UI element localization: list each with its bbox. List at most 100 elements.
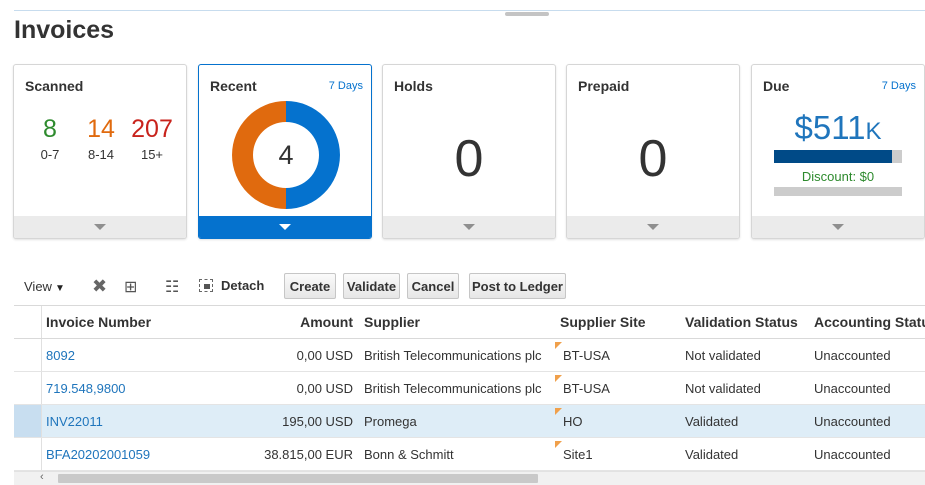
holds-count: 0 [454, 130, 484, 188]
aging-count: 8 [43, 115, 57, 143]
invoice-number-link[interactable]: 719.548,9800 [46, 372, 226, 404]
table-row[interactable]: BFA20202001059 38.815,00 EUR Bonn & Schm… [14, 438, 925, 471]
row-header-cell[interactable] [14, 372, 42, 404]
due-discount: Discount: $0 [801, 169, 875, 184]
tile-recent[interactable]: Recent 7 Days 4 [198, 64, 372, 239]
row-header-cell[interactable] [14, 339, 42, 371]
table-header-row: Invoice Number Amount Supplier Supplier … [14, 305, 925, 339]
column-header-invoice-number[interactable]: Invoice Number [46, 306, 226, 338]
changed-indicator-icon [555, 342, 562, 349]
supplier-cell: Bonn & Schmitt [364, 446, 454, 462]
table-row[interactable]: 719.548,9800 0,00 USD British Telecommun… [14, 372, 925, 405]
tile-due[interactable]: Due 7 Days $511K Discount: $0 [751, 64, 925, 239]
scroll-left-icon[interactable]: ‹ [40, 471, 44, 483]
create-button[interactable]: Create [284, 273, 336, 299]
validate-button[interactable]: Validate [343, 273, 400, 299]
tile-expand-footer[interactable] [567, 216, 739, 238]
tile-title: Holds [394, 78, 433, 94]
horizontal-scrollbar[interactable]: ‹ [14, 471, 925, 485]
chevron-down-icon [832, 224, 844, 230]
invoice-number-link[interactable]: BFA20202001059 [46, 438, 226, 470]
changed-indicator-icon [555, 375, 562, 382]
accounting-status-cell: Unaccounted [814, 413, 891, 429]
changed-indicator-icon [555, 441, 562, 448]
wrap-text-icon[interactable]: ☷ [165, 277, 179, 297]
aging-count: 14 [87, 115, 115, 143]
tile-scanned[interactable]: Scanned 8 0-7 14 8-14 207 15+ [13, 64, 187, 239]
validation-status-cell: Validated [685, 413, 739, 429]
tile-title: Scanned [25, 78, 84, 94]
table-toolbar: View ▼ ✖ ⊞ ☷ Detach Create Validate Cance… [14, 272, 925, 302]
chevron-down-icon [279, 224, 291, 230]
tile-expand-footer[interactable] [14, 216, 186, 238]
supplier-site-cell: BT-USA [555, 372, 680, 404]
amount-cell: 195,00 USD [282, 413, 353, 429]
supplier-site-value: Site1 [563, 446, 593, 462]
scrollbar-thumb[interactable] [58, 474, 538, 483]
top-divider [14, 10, 925, 11]
freeze-columns-icon[interactable]: ⊞ [124, 277, 137, 297]
validation-status-cell: Not validated [685, 347, 761, 363]
column-header-accounting-status[interactable]: Accounting Status [814, 306, 925, 338]
tile-holds[interactable]: Holds 0 [382, 64, 556, 239]
aging-bucket[interactable]: 8 0-7 [24, 115, 76, 162]
row-header-cell[interactable] [14, 405, 42, 437]
tile-expand-footer[interactable] [383, 216, 555, 238]
table-row[interactable]: INV22011 195,00 USD Promega HO Validated… [14, 405, 925, 438]
supplier-site-cell: HO [555, 405, 680, 437]
detach-button[interactable]: Detach [199, 278, 264, 293]
supplier-site-value: BT-USA [563, 347, 610, 363]
due-amount-bar [774, 150, 902, 163]
row-header-cell [14, 306, 42, 338]
supplier-cell: British Telecommunications plc [364, 380, 542, 396]
column-header-amount[interactable]: Amount [234, 306, 353, 338]
tile-prepaid[interactable]: Prepaid 0 [566, 64, 740, 239]
aging-bucket[interactable]: 14 8-14 [75, 115, 127, 162]
invoice-number-link[interactable]: 8092 [46, 339, 226, 371]
amount-cell: 38.815,00 EUR [264, 446, 353, 462]
tile-title: Prepaid [578, 78, 630, 94]
panel-splitter-handle[interactable] [505, 12, 549, 16]
tile-period-link[interactable]: 7 Days [329, 80, 363, 92]
cancel-button[interactable]: Cancel [407, 273, 459, 299]
due-amount: $511K [752, 109, 924, 147]
column-header-validation-status[interactable]: Validation Status [685, 306, 809, 338]
view-menu-label: View [24, 279, 52, 294]
delete-icon[interactable]: ✖ [92, 276, 107, 297]
detach-label: Detach [221, 278, 265, 293]
due-amount-suffix: K [865, 118, 882, 145]
aging-label: 8-14 [87, 147, 115, 162]
amount-cell: 0,00 USD [296, 380, 353, 396]
invoice-number-link[interactable]: INV22011 [46, 405, 226, 437]
accounting-status-cell: Unaccounted [814, 347, 891, 363]
aging-count: 207 [131, 115, 173, 143]
aging-label: 15+ [140, 147, 164, 162]
column-header-supplier-site[interactable]: Supplier Site [560, 306, 680, 338]
caret-down-icon: ▼ [54, 283, 65, 294]
aging-bucket[interactable]: 207 15+ [126, 115, 178, 162]
due-amount-bar-fill [774, 150, 892, 163]
supplier-site-value: BT-USA [563, 380, 610, 396]
changed-indicator-icon [555, 408, 562, 415]
chevron-down-icon [647, 224, 659, 230]
validation-status-cell: Not validated [685, 380, 761, 396]
discount-bar [774, 187, 902, 196]
view-menu[interactable]: View ▼ [24, 279, 65, 294]
table-row[interactable]: 8092 0,00 USD British Telecommunications… [14, 339, 925, 372]
tile-title: Recent [210, 78, 257, 94]
tile-title: Due [763, 78, 790, 94]
page-title: Invoices [14, 16, 115, 44]
post-to-ledger-button[interactable]: Post to Ledger [469, 273, 566, 299]
amount-cell: 0,00 USD [296, 347, 353, 363]
supplier-site-cell: Site1 [555, 438, 680, 470]
chevron-down-icon [463, 224, 475, 230]
tile-period-link[interactable]: 7 Days [882, 80, 916, 92]
accounting-status-cell: Unaccounted [814, 380, 891, 396]
supplier-cell: Promega [364, 413, 417, 429]
tile-expand-footer[interactable] [199, 216, 371, 238]
chevron-down-icon [94, 224, 106, 230]
row-header-cell[interactable] [14, 438, 42, 470]
detach-icon [199, 279, 213, 292]
column-header-supplier[interactable]: Supplier [364, 306, 554, 338]
tile-expand-footer[interactable] [752, 216, 924, 238]
